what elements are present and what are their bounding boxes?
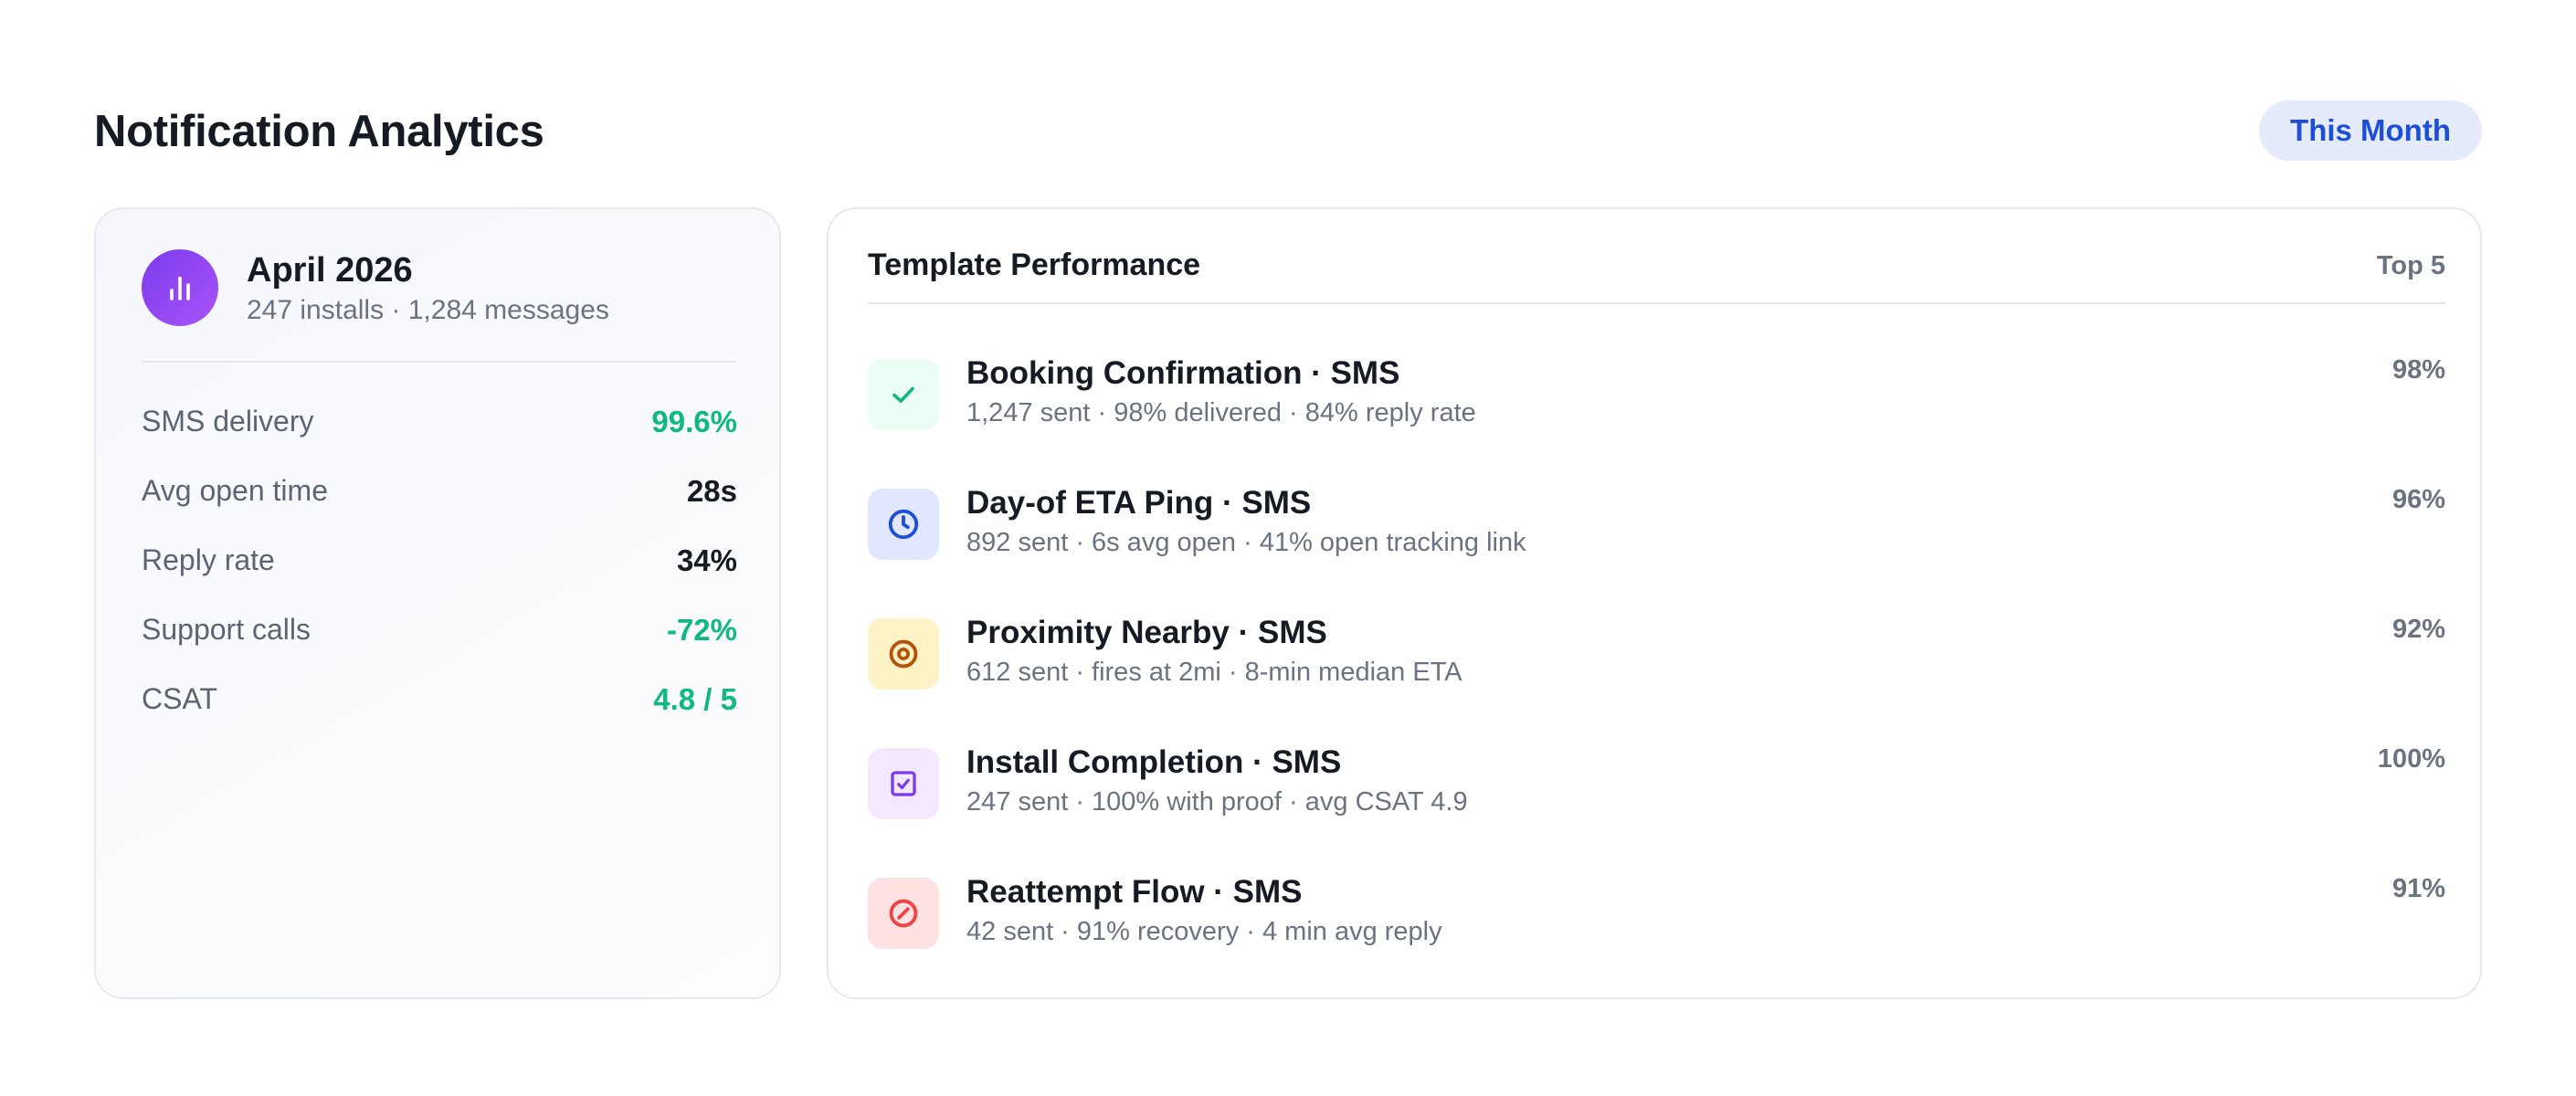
page-header: Notification Analytics This Month	[94, 100, 2482, 164]
metric-row: Avg open time 28s	[142, 467, 737, 512]
metric-label: Avg open time	[142, 474, 328, 507]
template-performance-header: Template Performance Top 5	[868, 242, 2445, 304]
check-icon	[868, 359, 939, 430]
clock-icon	[868, 489, 939, 560]
template-row-install-completion[interactable]: Install Completion · SMS 247 sent · 100%…	[868, 737, 2445, 838]
summary-title: April 2026	[247, 251, 413, 290]
summary-header: April 2026 247 installs · 1,284 messages	[142, 249, 737, 363]
metric-value: 4.8 / 5	[653, 682, 737, 716]
top-count-label: Top 5	[2376, 251, 2445, 280]
metric-label: Reply rate	[142, 543, 275, 576]
template-stats: 612 sent · fires at 2mi · 8-min median E…	[966, 658, 1462, 687]
summary-card: April 2026 247 installs · 1,284 messages…	[94, 207, 781, 999]
template-percent: 91%	[2391, 874, 2445, 903]
template-performance-card: Template Performance Top 5 Booking Confi…	[827, 207, 2482, 999]
template-row-reattempt-flow[interactable]: Reattempt Flow · SMS 42 sent · 91% recov…	[868, 867, 2445, 967]
template-name: Day-of ETA Ping · SMS	[966, 485, 1312, 521]
template-percent: 96%	[2391, 485, 2445, 514]
metric-row: Support calls -72%	[142, 606, 737, 651]
metric-row: CSAT 4.8 / 5	[142, 675, 737, 721]
compass-icon	[868, 878, 939, 949]
template-name: Install Completion · SMS	[966, 744, 1342, 780]
template-stats: 892 sent · 6s avg open · 41% open tracki…	[966, 528, 1526, 557]
section-title: Template Performance	[868, 248, 1201, 282]
template-stats: 42 sent · 91% recovery · 4 min avg reply	[966, 917, 1442, 946]
template-row-booking-confirmation[interactable]: Booking Confirmation · SMS 1,247 sent · …	[868, 348, 2445, 448]
template-name: Booking Confirmation · SMS	[966, 355, 1400, 391]
metric-label: SMS delivery	[142, 405, 314, 437]
period-selector-button[interactable]: This Month	[2259, 100, 2482, 161]
metric-row: Reply rate 34%	[142, 536, 737, 582]
checkbox-icon	[868, 748, 939, 819]
metric-row: SMS delivery 99.6%	[142, 397, 737, 443]
template-name: Proximity Nearby · SMS	[966, 615, 1327, 650]
analytics-page: Notification Analytics This Month April …	[0, 0, 2576, 1096]
metric-label: CSAT	[142, 682, 217, 715]
template-row-day-of-eta[interactable]: Day-of ETA Ping · SMS 892 sent · 6s avg …	[868, 478, 2445, 578]
metric-value: 99.6%	[651, 405, 737, 438]
metric-value: -72%	[666, 613, 737, 647]
template-stats: 247 sent · 100% with proof · avg CSAT 4.…	[966, 787, 1468, 817]
template-percent: 92%	[2391, 615, 2445, 644]
template-name: Reattempt Flow · SMS	[966, 874, 1303, 910]
page-title: Notification Analytics	[94, 107, 544, 156]
metric-label: Support calls	[142, 613, 311, 646]
template-stats: 1,247 sent · 98% delivered · 84% reply r…	[966, 398, 1476, 427]
template-percent: 100%	[2377, 744, 2445, 774]
bar-chart-icon	[142, 249, 218, 326]
template-row-proximity-nearby[interactable]: Proximity Nearby · SMS 612 sent · fires …	[868, 607, 2445, 708]
metric-value: 34%	[676, 543, 737, 577]
metric-value: 28s	[686, 474, 737, 508]
target-icon	[868, 618, 939, 690]
template-percent: 98%	[2391, 355, 2445, 385]
summary-subtitle: 247 installs · 1,284 messages	[247, 295, 609, 325]
